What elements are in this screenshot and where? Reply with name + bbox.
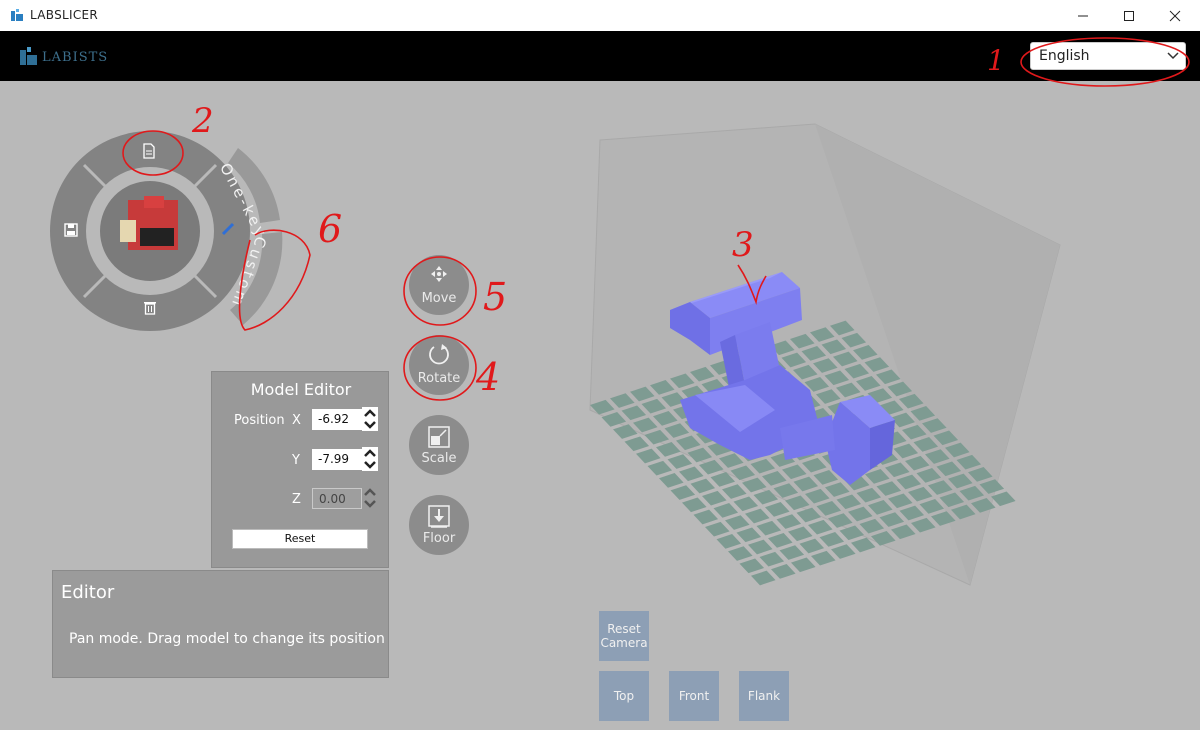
annotation-circle-5 (403, 256, 477, 326)
annotation-3: 3 (732, 225, 754, 265)
annotation-6: 6 (318, 207, 342, 251)
annotation-1: 1 (987, 44, 1005, 77)
annotation-circle-4 (403, 335, 477, 401)
annotation-5: 5 (483, 275, 507, 319)
annotation-2: 2 (191, 101, 214, 141)
annotation-circle-2 (122, 130, 184, 176)
annotation-4: 4 (475, 355, 500, 399)
annotation-overlay: 1 2 3 4 5 6 (122, 37, 1190, 401)
annotation-arrow-3 (737, 264, 767, 305)
annotation-circle-1 (1020, 37, 1190, 87)
annotation-circle-6 (238, 229, 311, 331)
